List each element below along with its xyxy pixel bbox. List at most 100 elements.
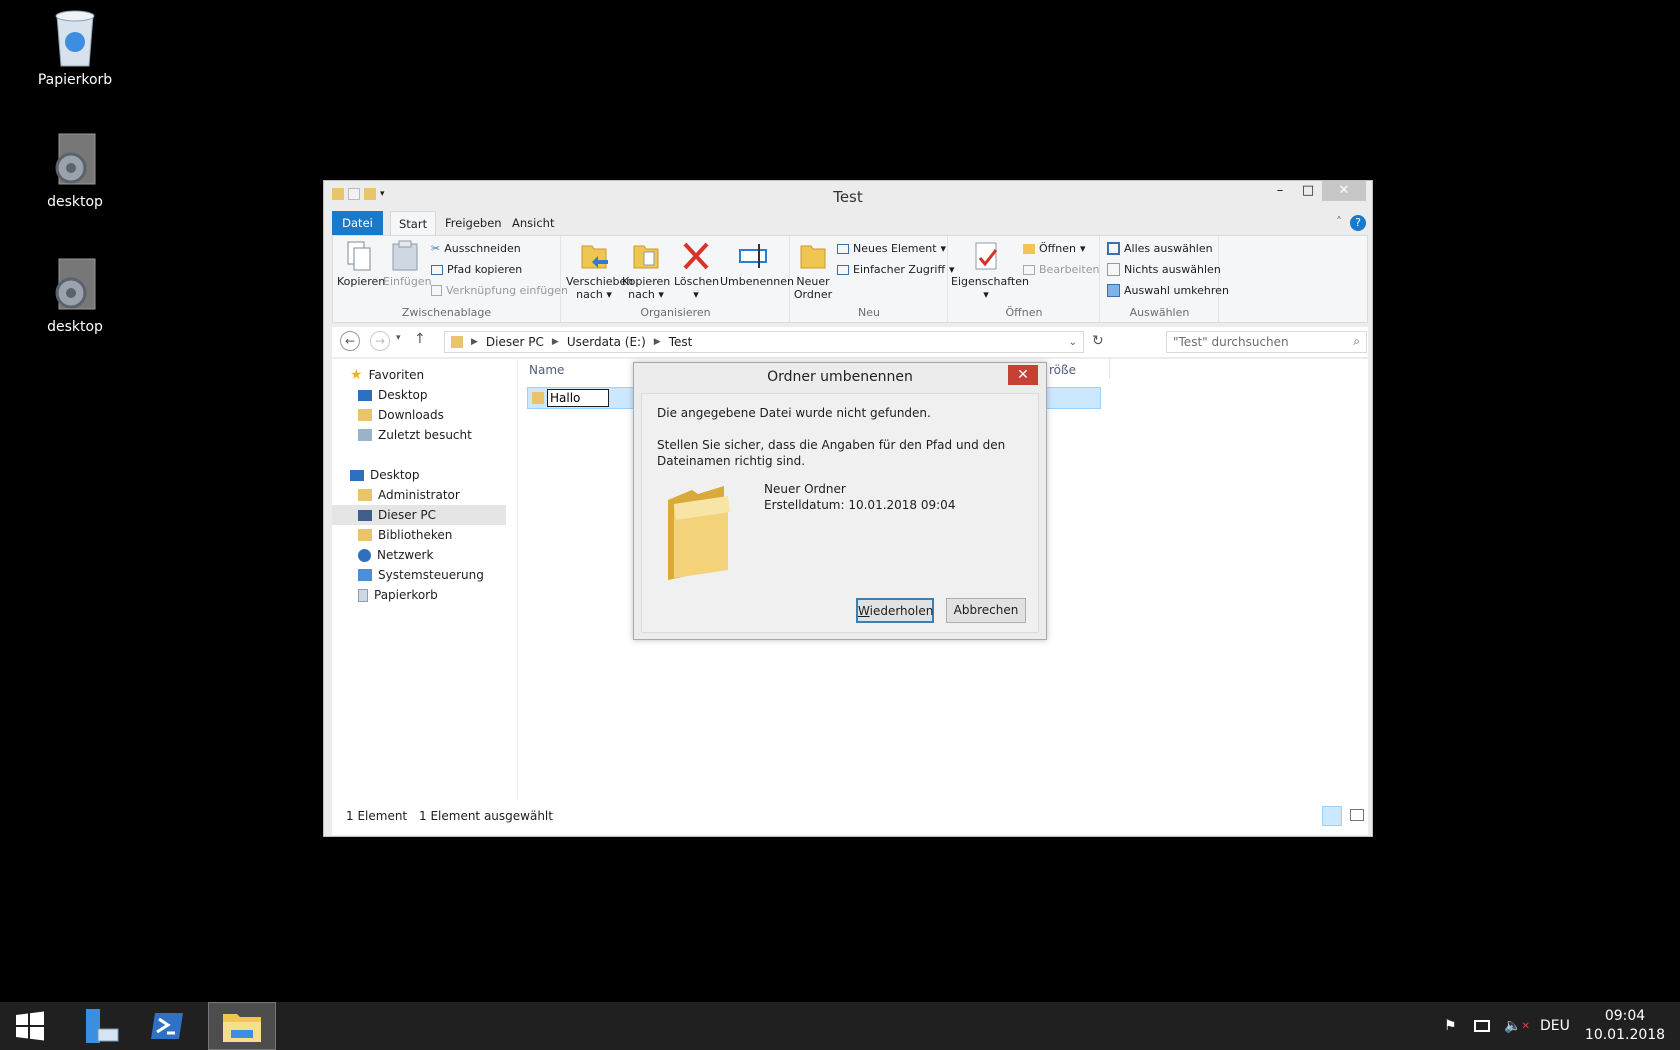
window-title: Test xyxy=(833,188,863,206)
language-indicator[interactable]: DEU xyxy=(1540,1002,1570,1050)
tab-file[interactable]: Datei xyxy=(332,211,383,235)
group-label: Öffnen xyxy=(1005,306,1043,319)
start-button[interactable] xyxy=(0,1002,60,1050)
error-message: Die angegebene Datei wurde nicht gefunde… xyxy=(657,406,931,420)
maximize-button[interactable]: □ xyxy=(1294,181,1322,201)
volume-muted-icon[interactable]: 🔈 ✕ xyxy=(1504,1002,1530,1050)
forward-arrow-icon[interactable]: → xyxy=(370,331,390,351)
address-dropdown-icon[interactable]: ⌄ xyxy=(1069,337,1077,348)
select-all-button[interactable]: Alles auswählen xyxy=(1107,242,1213,255)
ribbon: Kopieren Einfügen ✂ Ausschneiden Pfad kop… xyxy=(332,235,1368,323)
move-to-button[interactable]: Verschieben nach ▾ xyxy=(566,240,633,301)
clock[interactable]: 09:04 10.01.2018 xyxy=(1585,1002,1665,1050)
dialog-title: Ordner umbenennen xyxy=(767,369,913,385)
desktop-icon-desktop-1[interactable]: desktop xyxy=(20,132,130,210)
nav-fav-downloads[interactable]: Downloads xyxy=(358,405,444,425)
delete-x-icon xyxy=(683,242,709,270)
title-bar[interactable]: ▾ Test – □ ✕ xyxy=(324,181,1372,211)
cancel-button[interactable]: Abbrechen xyxy=(946,598,1026,623)
copy-path-button[interactable]: Pfad kopieren xyxy=(431,263,522,276)
dialog-body: Die angegebene Datei wurde nicht gefunde… xyxy=(641,393,1039,633)
invert-selection-button[interactable]: Auswahl umkehren xyxy=(1107,284,1229,297)
new-item-icon xyxy=(837,243,849,254)
column-header-size[interactable]: röße xyxy=(1049,363,1076,377)
desktop-icon-label: desktop xyxy=(47,319,103,335)
new-folder-button[interactable]: Neuer Ordner xyxy=(793,240,833,301)
nav-libraries[interactable]: Bibliotheken xyxy=(358,525,452,545)
group-label: Neu xyxy=(858,306,880,319)
nav-this-pc[interactable]: Dieser PC xyxy=(358,505,436,525)
dialog-close-button[interactable]: ✕ xyxy=(1008,365,1038,385)
rename-button[interactable]: Umbenennen xyxy=(720,240,794,288)
open-button[interactable]: Öffnen ▾ xyxy=(1023,242,1085,255)
nav-desktop[interactable]: Desktop xyxy=(350,465,420,485)
move-to-icon xyxy=(581,245,608,269)
collapse-ribbon-icon[interactable]: ˄ xyxy=(1336,215,1342,229)
network-tray-icon[interactable] xyxy=(1474,1002,1490,1050)
breadcrumb-separator-icon[interactable]: ▶ xyxy=(552,337,559,347)
delete-button[interactable]: Löschen ▾ xyxy=(674,240,719,301)
group-label: Organisieren xyxy=(640,306,711,319)
action-center-flag-icon[interactable]: ⚑ xyxy=(1444,1002,1457,1050)
nav-administrator[interactable]: Administrator xyxy=(358,485,460,505)
select-all-icon xyxy=(1107,242,1120,255)
nav-recycle-bin[interactable]: Papierkorb xyxy=(358,585,438,605)
large-icons-view-icon[interactable] xyxy=(1350,809,1364,821)
new-item-button[interactable]: Neues Element ▾ xyxy=(837,242,946,255)
nav-control-panel[interactable]: Systemsteuerung xyxy=(358,565,484,585)
desktop-icon xyxy=(350,469,364,481)
group-select: Alles auswählen Nichts auswählen Auswahl… xyxy=(1101,236,1229,322)
ribbon-tabs: Datei Start Freigeben Ansicht ˄ ? xyxy=(324,211,1372,235)
rename-icon xyxy=(739,244,767,268)
copy-icon xyxy=(347,241,371,271)
rename-input[interactable] xyxy=(547,389,609,407)
paste-shortcut-button[interactable]: Verknüpfung einfügen xyxy=(431,284,568,297)
breadcrumb-separator-icon[interactable]: ▶ xyxy=(471,337,478,347)
breadcrumb-this-pc[interactable]: Dieser PC xyxy=(486,335,544,349)
cut-button[interactable]: ✂ Ausschneiden xyxy=(431,242,521,255)
edit-button[interactable]: Bearbeiten xyxy=(1023,263,1099,276)
desktop-icon-recycle-bin[interactable]: Papierkorb xyxy=(20,6,130,88)
address-bar[interactable]: ▶ Dieser PC ▶ Userdata (E:) ▶ Test ⌄ xyxy=(444,331,1084,353)
address-row: ← → ▾ ↑ ▶ Dieser PC ▶ Userdata (E:) ▶ Te… xyxy=(332,327,1368,357)
minimize-button[interactable]: – xyxy=(1266,181,1294,201)
tab-share[interactable]: Freigeben xyxy=(437,211,510,235)
star-icon: ★ xyxy=(350,367,363,383)
nav-fav-recent[interactable]: Zuletzt besucht xyxy=(358,425,472,445)
breadcrumb-userdata[interactable]: Userdata (E:) xyxy=(567,335,646,349)
tab-view[interactable]: Ansicht xyxy=(504,211,562,235)
taskbar-powershell[interactable] xyxy=(136,1002,198,1050)
breadcrumb-separator-icon[interactable]: ▶ xyxy=(654,337,661,347)
taskbar-file-explorer[interactable] xyxy=(208,1002,276,1050)
taskbar-server-manager[interactable] xyxy=(70,1002,132,1050)
desktop-icon-desktop-2[interactable]: desktop xyxy=(20,257,130,335)
easy-access-button[interactable]: Einfacher Zugriff ▾ xyxy=(837,263,955,276)
nav-network[interactable]: Netzwerk xyxy=(358,545,433,565)
up-arrow-icon[interactable]: ↑ xyxy=(414,331,426,347)
help-icon[interactable]: ? xyxy=(1350,215,1366,231)
navigation-pane[interactable]: ★ Favoriten Desktop Downloads Zuletzt bes… xyxy=(332,359,518,799)
copy-button[interactable]: Kopieren xyxy=(337,240,385,288)
tab-start[interactable]: Start xyxy=(390,211,437,235)
nav-favorites[interactable]: ★ Favoriten xyxy=(350,365,424,385)
close-button[interactable]: ✕ xyxy=(1322,181,1366,201)
refresh-icon[interactable]: ↻ xyxy=(1092,333,1104,349)
retry-button[interactable]: Wiederholen xyxy=(856,598,934,623)
copy-to-button[interactable]: Kopieren nach ▾ xyxy=(622,240,670,301)
breadcrumb-test[interactable]: Test xyxy=(669,335,693,349)
recycle-bin-icon xyxy=(55,10,95,67)
back-arrow-icon[interactable]: ← xyxy=(340,331,360,351)
column-divider[interactable] xyxy=(1109,359,1110,379)
search-input[interactable]: "Test" durchsuchen ⌕ xyxy=(1166,331,1367,353)
file-explorer-icon xyxy=(223,1014,261,1042)
paste-button[interactable]: Einfügen xyxy=(383,240,432,288)
recent-chevron-down-icon[interactable]: ▾ xyxy=(396,333,401,343)
select-none-button[interactable]: Nichts auswählen xyxy=(1107,263,1221,276)
desktop-icon-label: desktop xyxy=(47,194,103,210)
column-header-name[interactable]: Name xyxy=(529,363,564,377)
properties-button[interactable]: Eigenschaften ▾ xyxy=(951,240,1029,301)
nav-fav-desktop[interactable]: Desktop xyxy=(358,385,428,405)
shortcut-icon xyxy=(431,285,442,296)
details-view-icon[interactable] xyxy=(1322,806,1342,826)
desktop-icon xyxy=(358,389,372,401)
